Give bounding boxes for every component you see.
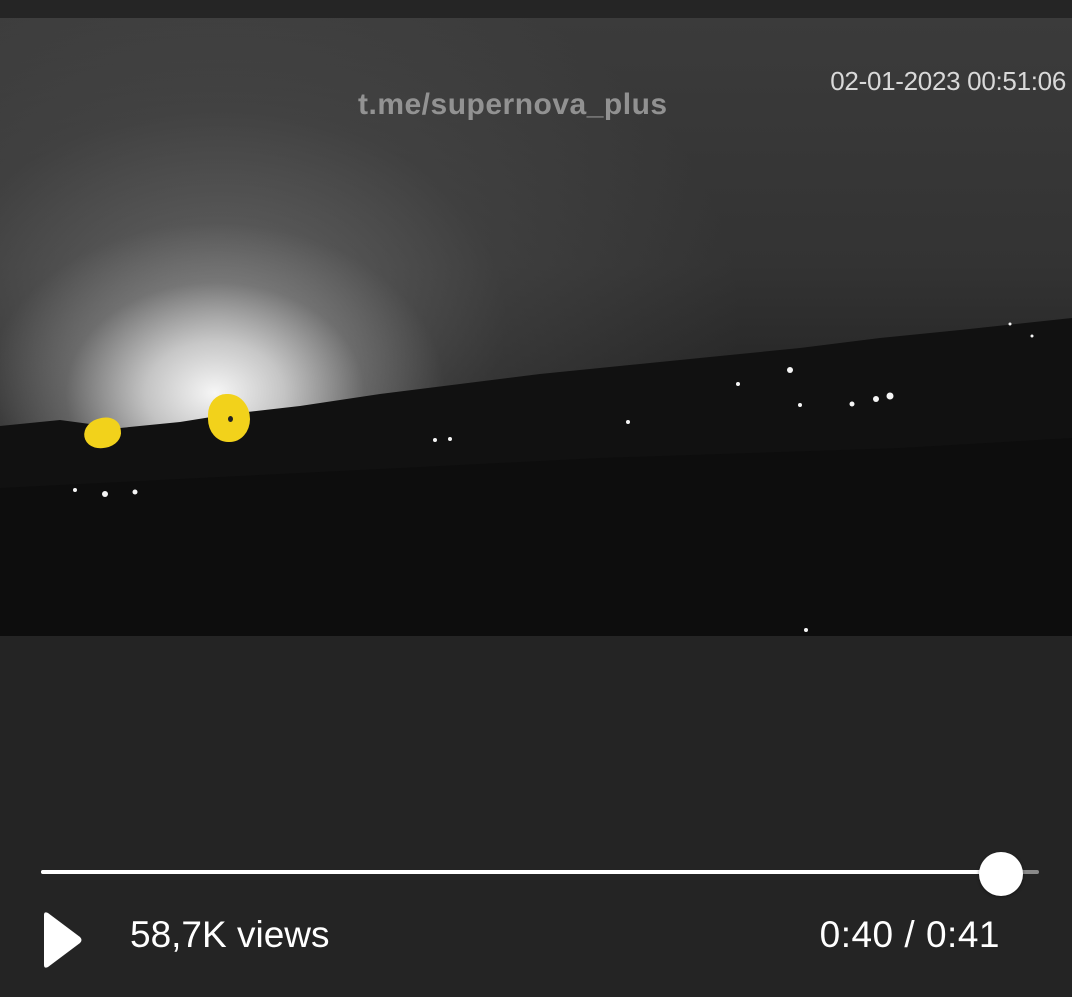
time-display: 0:40 / 0:41 (819, 914, 1000, 955)
player-controls: 58,7K views 0:40 / 0:41 (0, 636, 1072, 997)
channel-watermark: t.me/supernova_plus (358, 88, 668, 121)
seek-thumb[interactable] (979, 852, 1024, 896)
seek-bar[interactable] (41, 870, 1039, 874)
play-icon (44, 912, 82, 968)
play-button[interactable] (40, 910, 84, 970)
view-count: 58,7K views (130, 914, 330, 955)
video-player: t.me/supernova_plus 02-01-2023 00:51:06 … (0, 0, 1072, 997)
yellow-annotation-circle (208, 394, 250, 442)
top-bar (0, 0, 1072, 18)
seek-progress (41, 870, 1002, 874)
camera-timestamp: 02-01-2023 00:51:06 (830, 66, 1066, 96)
video-frame[interactable]: t.me/supernova_plus 02-01-2023 00:51:06 (0, 18, 1072, 636)
